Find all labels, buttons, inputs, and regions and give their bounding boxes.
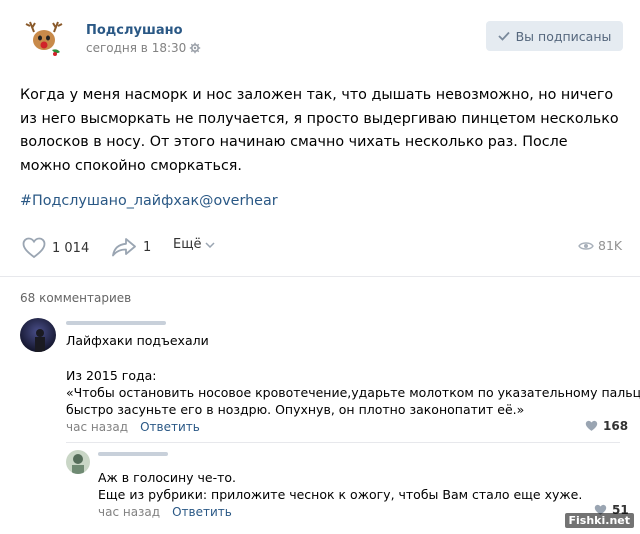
- chevron-down-icon: [205, 241, 215, 248]
- heart-icon: [585, 420, 598, 431]
- post-text: Когда у меня насморк и нос заложен так, …: [20, 87, 619, 174]
- reply-link[interactable]: Ответить: [172, 505, 232, 519]
- like-count: 1 014: [52, 240, 90, 256]
- post-time[interactable]: сегодня в 18:30: [86, 41, 186, 55]
- reindeer-logo-icon: [25, 21, 63, 56]
- share-count: 1: [143, 239, 152, 255]
- comments-count[interactable]: 68 комментариев: [20, 291, 131, 305]
- comment-line: Лайфхаки подъехали: [66, 333, 209, 348]
- comment-line: быстро засуньте его в ноздрю. Опухнув, о…: [66, 402, 525, 417]
- comment-time[interactable]: час назад: [66, 420, 128, 434]
- like-button[interactable]: 1 014: [22, 237, 89, 259]
- comment-like-button[interactable]: 168: [585, 419, 628, 433]
- heart-icon: [22, 237, 46, 259]
- post-time-row: сегодня в 18:30: [86, 41, 201, 55]
- subscribed-label: Вы подписаны: [515, 28, 612, 44]
- reply-link[interactable]: Ответить: [140, 420, 200, 434]
- subscribed-button[interactable]: Вы подписаны: [486, 21, 623, 51]
- comment-meta: час назад Ответить: [98, 505, 232, 519]
- comment-divider: [66, 442, 620, 443]
- share-arrow-icon: [112, 238, 136, 257]
- more-button[interactable]: Ещё: [173, 237, 215, 252]
- comment-like-count: 168: [603, 419, 629, 433]
- comment-meta: час назад Ответить: [66, 420, 200, 434]
- views-counter: 81K: [578, 238, 622, 253]
- comment-line: Аж в голосину че-то.: [98, 470, 237, 485]
- comment-avatar[interactable]: [20, 318, 56, 352]
- post-author[interactable]: Подслушано: [86, 23, 183, 38]
- comment-time[interactable]: час назад: [98, 505, 160, 519]
- avatar-image-icon: [66, 450, 90, 474]
- post-divider: [0, 276, 640, 277]
- share-button[interactable]: 1: [111, 237, 151, 257]
- check-icon: [497, 31, 510, 41]
- comment-author-name[interactable]: [66, 321, 166, 325]
- comment-line: Из 2015 года:: [66, 368, 157, 383]
- eye-icon: [578, 241, 594, 250]
- comment-line: Еще из рубрики: приложите чеснок к ожогу…: [98, 487, 583, 502]
- watermark: Fishki.net: [564, 513, 634, 528]
- reply-avatar[interactable]: [66, 450, 90, 474]
- comment-line: «Чтобы остановить носовое кровотечение,у…: [66, 385, 640, 400]
- hashtag-link[interactable]: #Подслушано_лайфхак@overhear: [20, 193, 278, 209]
- avatar-image-icon: [20, 318, 56, 352]
- views-count: 81K: [598, 238, 623, 253]
- more-label: Ещё: [173, 237, 202, 252]
- group-avatar[interactable]: [22, 18, 68, 60]
- reply-author-name[interactable]: [98, 452, 168, 456]
- gear-icon[interactable]: [189, 42, 201, 54]
